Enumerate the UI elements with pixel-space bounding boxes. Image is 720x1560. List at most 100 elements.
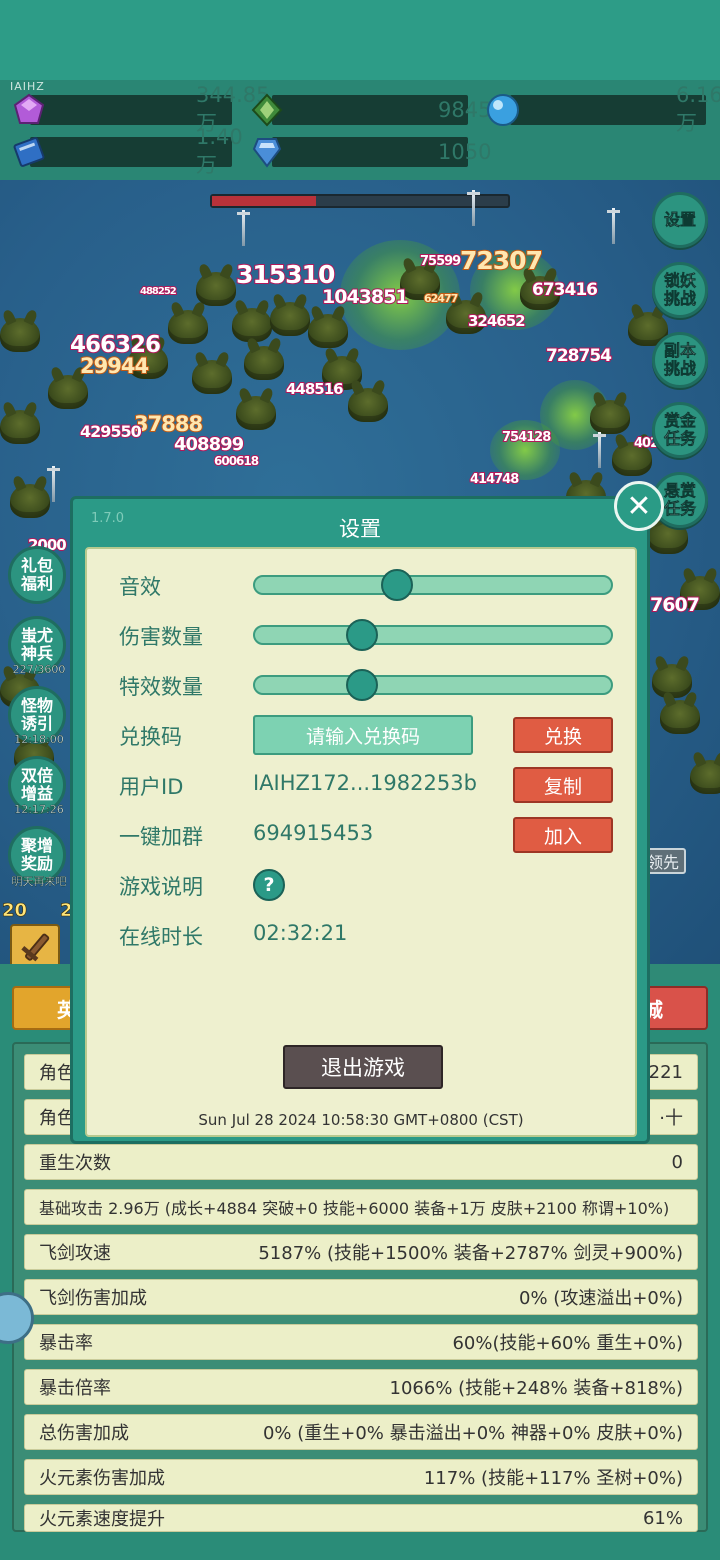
damage-number: 600618 [213,453,260,469]
damage-number: 315310 [235,259,336,290]
stat-value: ·十 [659,1108,683,1129]
stat-value: 1066% (技能+248% 装备+818%) [389,1378,683,1399]
dialog-title: 设置 [339,517,381,541]
resource-value: 6.16万 [676,83,720,135]
settings-button[interactable]: 设置 [652,192,708,248]
stat-row-total-damage: 总伤害加成 0% (重生+0% 暴击溢出+0% 神器+0% 皮肤+0%) [24,1414,698,1450]
sound-slider-handle[interactable] [381,569,413,601]
purple-gem-icon [13,93,45,124]
blue-orb-icon [487,94,519,126]
bonus-reward-label: 聚增奖励 [20,836,53,873]
damage-number: 75599 [419,253,462,270]
stat-label: 飞剑伤害加成 [39,1288,147,1309]
stat-value: 0% (攻速溢出+0%) [519,1288,683,1309]
monster [168,310,208,344]
stat-label: 总伤害加成 [39,1423,129,1444]
monster [48,375,88,409]
gift-pack-label: 礼包福利 [20,556,53,593]
current-datetime: Sun Jul 28 2024 10:58:30 GMT+0800 (CST) [198,1111,524,1129]
stat-value: 117% (技能+117% 圣树+0%) [423,1468,683,1489]
stat-value: 221 [648,1061,683,1083]
redeem-button[interactable]: 兑换 [513,717,613,753]
monster [10,484,50,518]
damage-number: 414748 [469,471,520,488]
level-badge: 20 [2,900,28,922]
stat-label: 暴击倍率 [39,1378,111,1399]
stat-label: 火元素速度提升 [39,1509,165,1530]
join-button[interactable]: 加入 [513,817,613,853]
resource-blue-crystal: 1050 [252,137,491,168]
fire-effect [490,420,560,480]
settings-button-label: 设置 [663,210,697,229]
damage-number: 7607 [649,593,701,617]
bounty-task-button[interactable]: 赏金任务 [652,402,708,458]
resource-value: 1050 [438,140,492,164]
damage-number: 728754 [545,345,613,367]
monster [236,396,276,430]
boss-hp-fill [212,196,316,206]
group-number-value: 694915453 [253,821,374,845]
user-id-value: IAIHZ172...1982253b [253,771,477,795]
flying-sword [47,466,60,502]
divine-weapon-progress: 227/3600 [12,663,66,676]
resource-value: 1.40万 [196,125,243,177]
stat-value: 61% [642,1507,683,1529]
damage-number: 37888 [133,411,204,437]
resource-purple-gem: 344.85万 [13,83,269,135]
effect-count-slider[interactable] [253,669,613,701]
stat-label: 火元素伤害加成 [39,1468,165,1489]
redeem-code-label: 兑换码 [119,725,182,749]
stat-label: 暴击率 [39,1333,93,1354]
flying-sword [607,208,620,244]
resource-value: 9845 [438,98,492,122]
resource-green-gem: 9845 [251,93,491,127]
stat-value: 0 [671,1151,683,1173]
close-icon[interactable]: ✕ [614,481,664,531]
effect-count-label: 特效数量 [119,675,203,699]
monster [690,760,720,794]
monster-lure-label: 怪物诱引 [20,696,53,733]
copy-button[interactable]: 复制 [513,767,613,803]
stat-value: 5187% (技能+1500% 装备+2787% 剑灵+900%) [258,1243,683,1264]
dungeon-challenge-label: 副本挑战 [663,341,697,378]
damage-number: 324652 [467,311,527,331]
stat-row-base-attack: 基础攻击 2.96万 (成长+4884 突破+0 技能+6000 装备+1万 皮… [24,1189,698,1225]
dungeon-challenge-button[interactable]: 副本挑战 [652,332,708,388]
damage-number: 488252 [139,285,178,298]
double-buff-label: 双倍增益 [20,766,53,803]
effect-count-slider-handle[interactable] [346,669,378,701]
damage-count-slider[interactable] [253,619,613,651]
player-tag: IAIHZ [10,80,45,93]
stat-row-fire-speed: 火元素速度提升 61% [24,1504,698,1532]
resource-bar: IAIHZ 344.85万 9845 6.16万 1.40万 1050 [0,80,720,180]
sound-slider[interactable] [253,569,613,601]
damage-number: 429550 [79,421,143,442]
game-guide-label: 游戏说明 [119,875,203,899]
stat-row-crit-rate: 暴击率 60%(技能+60% 重生+0%) [24,1324,698,1360]
status-area [0,0,720,80]
damage-count-slider-handle[interactable] [346,619,378,651]
damage-number: 1043851 [321,285,410,309]
gift-pack-button[interactable]: 礼包福利 [8,546,66,604]
exit-game-button[interactable]: 退出游戏 [283,1045,443,1089]
divine-weapon-label: 蚩尤神兵 [20,626,53,663]
green-gem-icon [251,93,283,127]
stat-label: 飞剑攻速 [39,1243,111,1264]
monster [308,314,348,348]
help-icon[interactable]: ? [253,869,285,901]
monster [196,272,236,306]
monster [348,388,388,422]
settings-panel: 音效 伤害数量 特效数量 兑换码 请输入兑换码 兑换 用户ID IAIHZ172… [85,547,637,1137]
lock-demon-challenge-button[interactable]: 锁妖挑战 [652,262,708,318]
lock-demon-challenge-label: 锁妖挑战 [663,271,697,308]
stat-value: 0% (重生+0% 暴击溢出+0% 神器+0% 皮肤+0%) [262,1423,683,1444]
stat-row-sword-speed: 飞剑攻速 5187% (技能+1500% 装备+2787% 剑灵+900%) [24,1234,698,1270]
damage-number: 29944 [79,353,150,379]
redeem-code-input[interactable]: 请输入兑换码 [253,715,473,755]
online-time-value: 02:32:21 [253,921,348,945]
stat-row-sword-damage: 飞剑伤害加成 0% (攻速溢出+0%) [24,1279,698,1315]
book-icon [13,137,45,167]
blue-crystal-icon [252,138,282,168]
flying-sword [593,432,606,468]
resource-blue-orb: 6.16万 [487,83,720,135]
